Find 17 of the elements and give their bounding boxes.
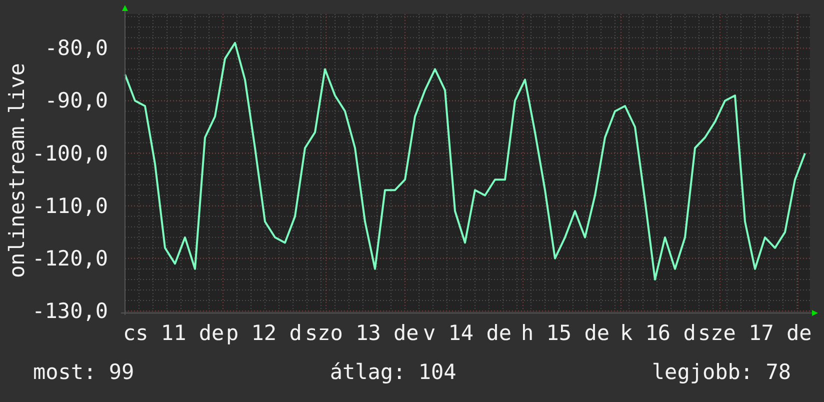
axis-label: h 15 de [521, 321, 610, 345]
axis-label: -120,0 [32, 246, 108, 270]
axis-label: -100,0 [32, 141, 108, 166]
legend-text: most: 99 [33, 360, 134, 384]
axis-label: -130,0 [32, 299, 108, 323]
legend-text: átlag: 104 [330, 360, 456, 384]
axis-label: -80,0 [44, 36, 108, 60]
axis-label: -90,0 [44, 88, 108, 113]
axis-label: sze 17 de [698, 321, 812, 345]
axis-label: k 16 d [620, 321, 696, 345]
axis-label: cs 11 de [123, 321, 224, 345]
axis-label: v 14 de [423, 321, 512, 345]
axis-label: -110,0 [32, 194, 108, 218]
legend-text: legjobb: 78 [652, 360, 791, 384]
axis-label: szo 13 de [305, 321, 419, 345]
axis-title: onlinestream.live [5, 63, 29, 278]
axis-label: p 12 d [226, 321, 302, 345]
